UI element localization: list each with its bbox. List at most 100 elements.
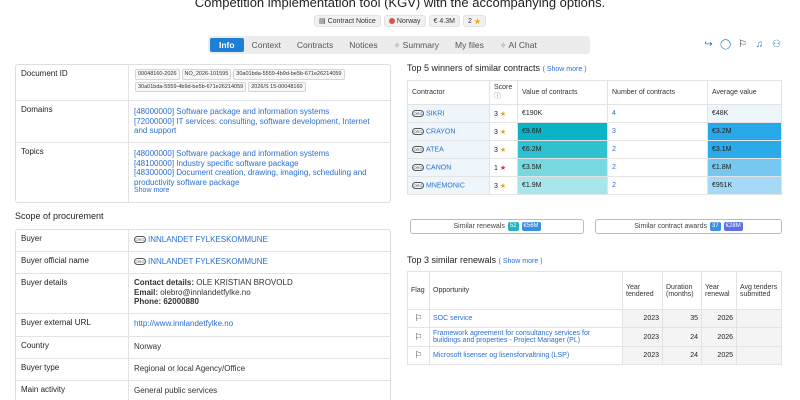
winner-row[interactable]: ORG SIKRI 3 ★ €190K 4 €48K: [407, 104, 782, 123]
buyer-details-row: Buyer details Contact details: OLE KRIST…: [16, 274, 390, 314]
domain-link[interactable]: [72000000] IT services: consulting, soft…: [134, 117, 385, 136]
contract-count: 2: [607, 140, 708, 159]
notice-type-badge: ▤ Contract Notice: [313, 15, 381, 27]
topic-link[interactable]: [48300000] Document creation, drawing, i…: [134, 168, 385, 187]
tab-contracts[interactable]: Contracts: [289, 38, 341, 52]
tab-my-files[interactable]: My files: [447, 38, 492, 52]
duration: 24: [662, 327, 702, 347]
flag-icon[interactable]: ⚐: [407, 327, 430, 347]
avg-tenders: [736, 346, 782, 365]
details-panel: Document ID 00048160-2026 NO_2026-101595 3…: [15, 64, 391, 203]
flag-icon: [388, 18, 395, 24]
winners-title: Top 5 winners of similar contracts ( Sho…: [407, 63, 587, 73]
avg-tenders: [736, 327, 782, 347]
topic-link[interactable]: [48100000] Industry specific software pa…: [134, 159, 385, 169]
contractor-name[interactable]: ATEA: [426, 146, 444, 153]
main-tabs: Info Context Contracts Notices ✧ Summary…: [208, 36, 590, 54]
year-tendered: 2023: [622, 309, 663, 328]
buyer-link[interactable]: INNLANDET FYLKESKOMMUNE: [148, 235, 268, 244]
star-icon: ★: [473, 16, 482, 26]
contract-count: 2: [607, 158, 708, 177]
sparkle-icon: ✧: [499, 41, 507, 50]
star-icon: ★: [499, 146, 507, 154]
sparkle-icon: ✧: [393, 41, 401, 50]
organization-icon: ORG: [412, 145, 424, 153]
tab-context[interactable]: Context: [244, 38, 289, 52]
header-badges: ▤ Contract Notice Norway € 4.3M 2 ★: [0, 15, 800, 27]
winner-row[interactable]: ORG CRAYON 3 ★ €9.6M 3 €3.2M: [407, 122, 782, 141]
renewals-value-badge: €56M: [521, 222, 541, 231]
domain-link[interactable]: [48000000] Software package and informat…: [134, 107, 385, 117]
tab-info[interactable]: Info: [210, 38, 244, 52]
opportunity-link[interactable]: SOC service: [433, 315, 472, 322]
buyer-type-row: Buyer type Regional or local Agency/Offi…: [16, 359, 390, 381]
topic-link[interactable]: [48000000] Software package and informat…: [134, 149, 385, 159]
average-value: €48K: [707, 104, 782, 123]
contractor-name[interactable]: SIKRI: [426, 110, 444, 117]
document-icon: ▤: [318, 18, 326, 25]
avg-tenders: [736, 309, 782, 328]
winner-row[interactable]: ORG MNEMONIC 3 ★ €1.9M 2 €951K: [407, 176, 782, 195]
awards-value-badge: €28M: [723, 222, 743, 231]
organization-icon: ORG: [412, 163, 424, 171]
flag-icon[interactable]: ⚐: [407, 346, 430, 365]
bell-icon[interactable]: ♫: [754, 39, 765, 50]
scope-panel: Buyer ORG INNLANDET FYLKESKOMMUNE Buyer o…: [15, 229, 391, 400]
page-title: Competition implementation tool (KGV) wi…: [194, 0, 606, 10]
duration: 24: [662, 346, 702, 365]
star-icon: ★: [499, 110, 507, 118]
similar-awards-button[interactable]: Similar contract awards 37 €28M: [595, 219, 782, 234]
average-value: €3.2M: [707, 122, 782, 141]
contractor-name[interactable]: MNEMONIC: [426, 182, 465, 189]
info-icon: ⓘ: [494, 93, 501, 100]
organization-icon: ORG: [134, 236, 146, 244]
average-value: €1.8M: [707, 158, 782, 177]
contract-count: 3: [607, 122, 708, 141]
winner-row[interactable]: ORG CANON 1 ★ €3.5M 2 €1.8M: [407, 158, 782, 177]
share-icon[interactable]: ↪: [703, 39, 714, 50]
tab-summary[interactable]: ✧ Summary: [386, 38, 447, 52]
main-activity-row: Main activity General public services: [16, 381, 390, 400]
buyer-official-row: Buyer official name ORG INNLANDET FYLKESK…: [16, 252, 390, 274]
star-icon: ★: [499, 164, 507, 172]
score-badge: 2 ★: [462, 15, 487, 27]
opportunity-link[interactable]: Microsoft lisenser og lisensforvaltning …: [433, 352, 569, 359]
add-user-icon[interactable]: ⚇: [771, 39, 782, 50]
topics-row: Topics [48000000] Software package and i…: [16, 143, 390, 202]
domains-row: Domains [48000000] Software package and …: [16, 101, 390, 143]
action-icons: ↪ ◯ ⚐ ♫ ⚇: [703, 39, 782, 50]
renewals-show-more-link[interactable]: ( Show more ): [499, 258, 543, 265]
winner-row[interactable]: ORG ATEA 3 ★ €6.2M 2 €3.1M: [407, 140, 782, 159]
renewals-title: Top 3 similar renewals ( Show more ): [407, 255, 543, 265]
document-id-row: Document ID 00048160-2026 NO_2026-101595 3…: [16, 65, 390, 101]
organization-icon: ORG: [412, 181, 424, 189]
similar-renewals-button[interactable]: Similar renewals 52 €56M: [410, 219, 584, 234]
contractor-name[interactable]: CANON: [426, 164, 451, 171]
contract-count: 4: [607, 104, 708, 123]
renewal-row[interactable]: ⚐ Framework agreement for consultancy ser…: [407, 327, 782, 347]
buyer-url-row: Buyer external URL http://www.innlandetf…: [16, 314, 390, 337]
scope-title: Scope of procurement: [15, 211, 104, 221]
star-icon: ★: [499, 128, 507, 136]
buyer-official-link[interactable]: INNLANDET FYLKESKOMMUNE: [148, 257, 268, 266]
comment-icon[interactable]: ◯: [720, 39, 731, 50]
country-badge: Norway: [383, 15, 426, 27]
year-tendered: 2023: [622, 346, 663, 365]
buyer-url-link[interactable]: http://www.innlandetfylke.no: [134, 319, 233, 328]
contract-value: €1.9M: [517, 176, 608, 195]
tab-notices[interactable]: Notices: [341, 38, 385, 52]
renewal-row[interactable]: ⚐ SOC service 2023 35 2026: [407, 309, 782, 328]
flag-icon[interactable]: ⚐: [737, 39, 748, 50]
flag-icon[interactable]: ⚐: [407, 309, 430, 328]
organization-icon: ORG: [412, 109, 424, 117]
winners-show-more-link[interactable]: ( Show more ): [543, 66, 587, 73]
opportunity-link[interactable]: Framework agreement for consultancy serv…: [433, 330, 590, 344]
renewal-row[interactable]: ⚐ Microsoft lisenser og lisensforvaltning…: [407, 346, 782, 365]
tab-ai-chat[interactable]: ✧ AI Chat: [492, 38, 545, 52]
renewals-table: Flag Opportunity Year tendered Duration …: [407, 271, 782, 365]
renewals-count-badge: 52: [507, 222, 519, 231]
show-more-link[interactable]: Show more: [134, 187, 385, 195]
contract-value: €190K: [517, 104, 608, 123]
contractor-name[interactable]: CRAYON: [426, 128, 455, 135]
contract-value: €9.6M: [517, 122, 608, 141]
